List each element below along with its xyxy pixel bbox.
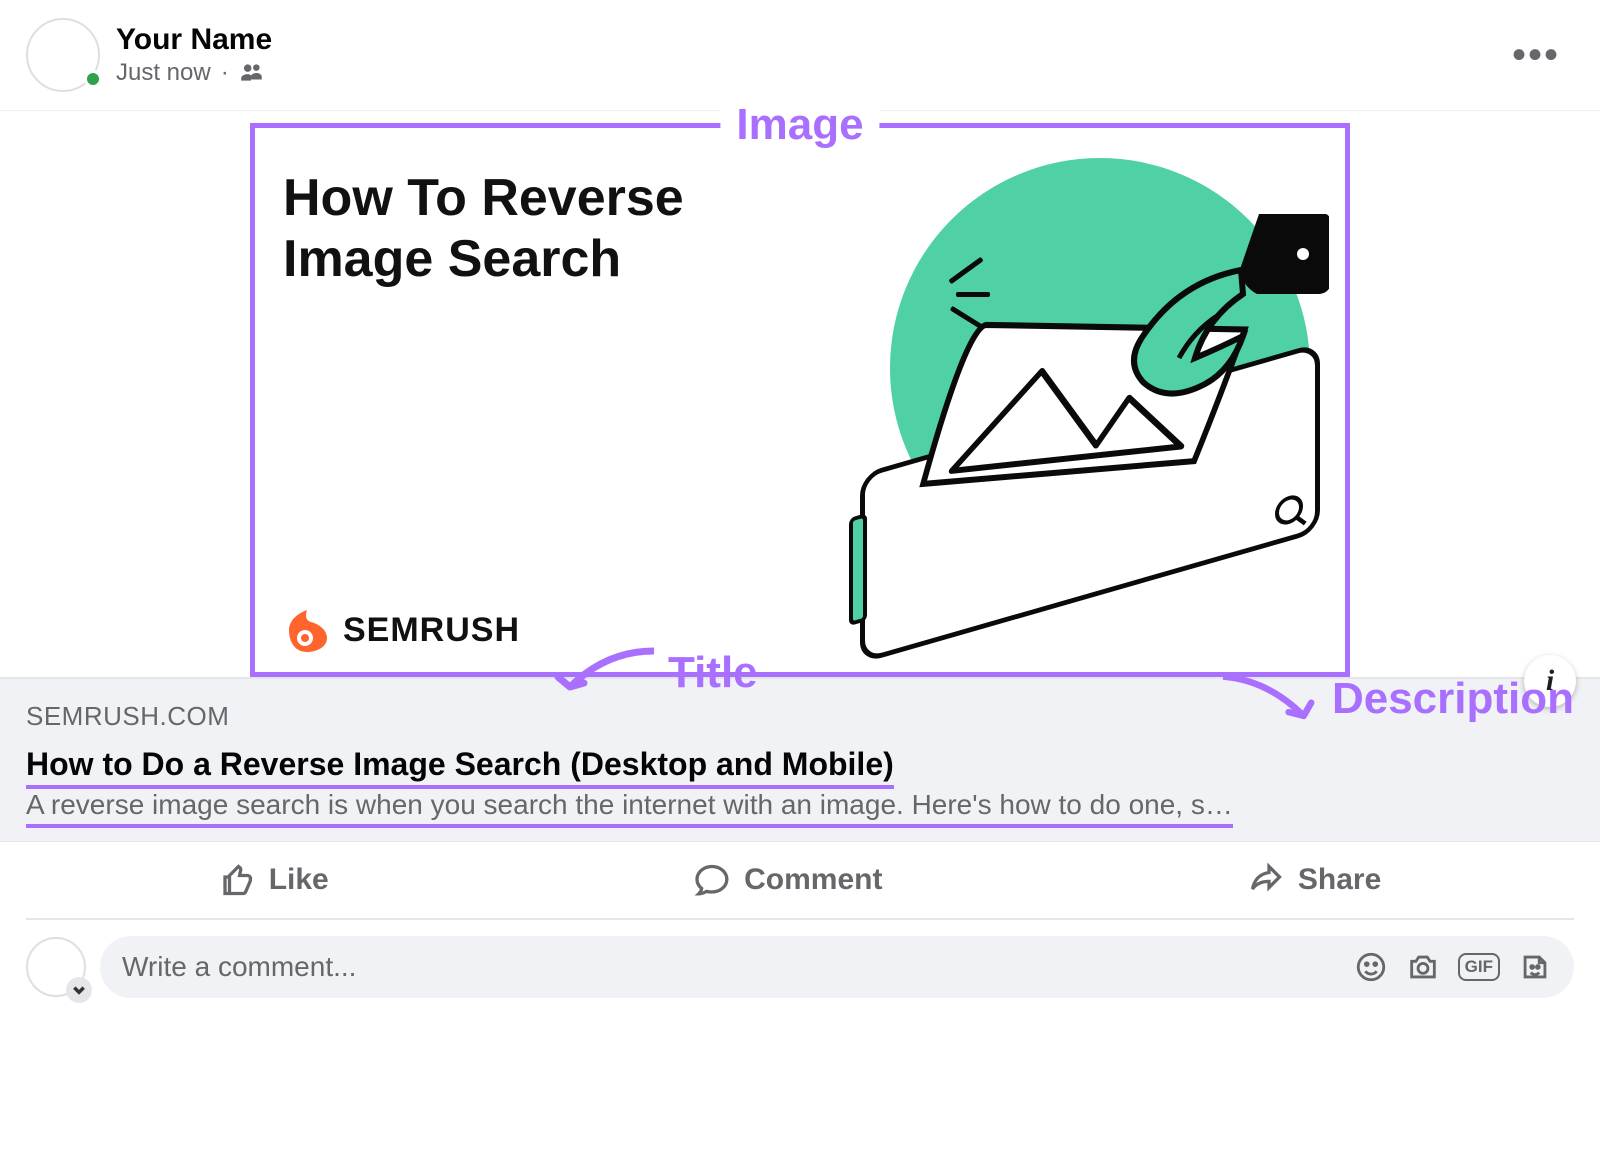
annotation-image-label: Image: [720, 100, 879, 150]
link-preview-image-wrap: Image How To Reverse Image Search: [0, 111, 1600, 677]
post-header: Your Name Just now · •••: [0, 0, 1600, 111]
like-label: Like: [269, 863, 329, 897]
preview-headline-line1: How To Reverse: [283, 169, 684, 227]
magnifier-icon: [1275, 492, 1303, 528]
like-button[interactable]: Like: [219, 862, 329, 898]
brand-row: SEMRUSH: [255, 608, 1345, 652]
comment-input[interactable]: [122, 951, 1354, 983]
share-label: Share: [1298, 863, 1381, 897]
timestamp[interactable]: Just now: [116, 59, 211, 87]
comment-label: Comment: [744, 863, 882, 897]
share-button[interactable]: Share: [1248, 862, 1381, 898]
comment-avatar-wrap[interactable]: [26, 937, 86, 997]
preview-headline: How To Reverse Image Search: [283, 158, 800, 291]
post-actions: Like Comment Share: [26, 842, 1574, 920]
comment-input-wrap[interactable]: GIF: [100, 936, 1574, 998]
user-name[interactable]: Your Name: [116, 23, 1496, 57]
link-domain: SEMRUSH.COM: [26, 701, 1574, 732]
comment-input-icons: GIF: [1354, 950, 1552, 984]
audience-friends-icon[interactable]: [239, 60, 265, 86]
link-title: How to Do a Reverse Image Search (Deskto…: [26, 746, 894, 789]
post-meta: Just now ·: [116, 59, 1496, 87]
comment-button[interactable]: Comment: [694, 862, 882, 898]
comment-row: GIF: [0, 920, 1600, 1018]
semrush-logo-icon: [283, 608, 331, 652]
link-card[interactable]: i Title Description SEMRUSH.COM How to D…: [0, 677, 1600, 842]
emoji-icon[interactable]: [1354, 950, 1388, 984]
chevron-down-icon: [72, 983, 86, 997]
sticker-icon[interactable]: [1518, 950, 1552, 984]
link-description: A reverse image search is when you searc…: [26, 789, 1233, 828]
info-button[interactable]: i: [1524, 655, 1576, 707]
more-options-button[interactable]: •••: [1496, 33, 1576, 78]
separator: ·: [221, 59, 229, 87]
camera-icon[interactable]: [1406, 950, 1440, 984]
preview-illustration: [800, 158, 1317, 578]
preview-image-content: How To Reverse Image Search: [255, 158, 1345, 578]
post-card: Your Name Just now · ••• Image How To Re…: [0, 0, 1600, 1018]
preview-headline-line2: Image Search: [283, 230, 621, 288]
comment-icon: [694, 862, 730, 898]
online-status-icon: [84, 70, 102, 88]
switch-account-button[interactable]: [66, 977, 92, 1003]
brand-text: SEMRUSH: [343, 611, 520, 650]
illustration-hand: [1109, 208, 1329, 408]
avatar-wrap[interactable]: [26, 18, 100, 92]
like-icon: [219, 862, 255, 898]
gif-icon[interactable]: GIF: [1458, 953, 1500, 981]
share-icon: [1248, 862, 1284, 898]
name-block: Your Name Just now ·: [116, 23, 1496, 87]
preview-image-frame[interactable]: Image How To Reverse Image Search: [250, 123, 1350, 677]
